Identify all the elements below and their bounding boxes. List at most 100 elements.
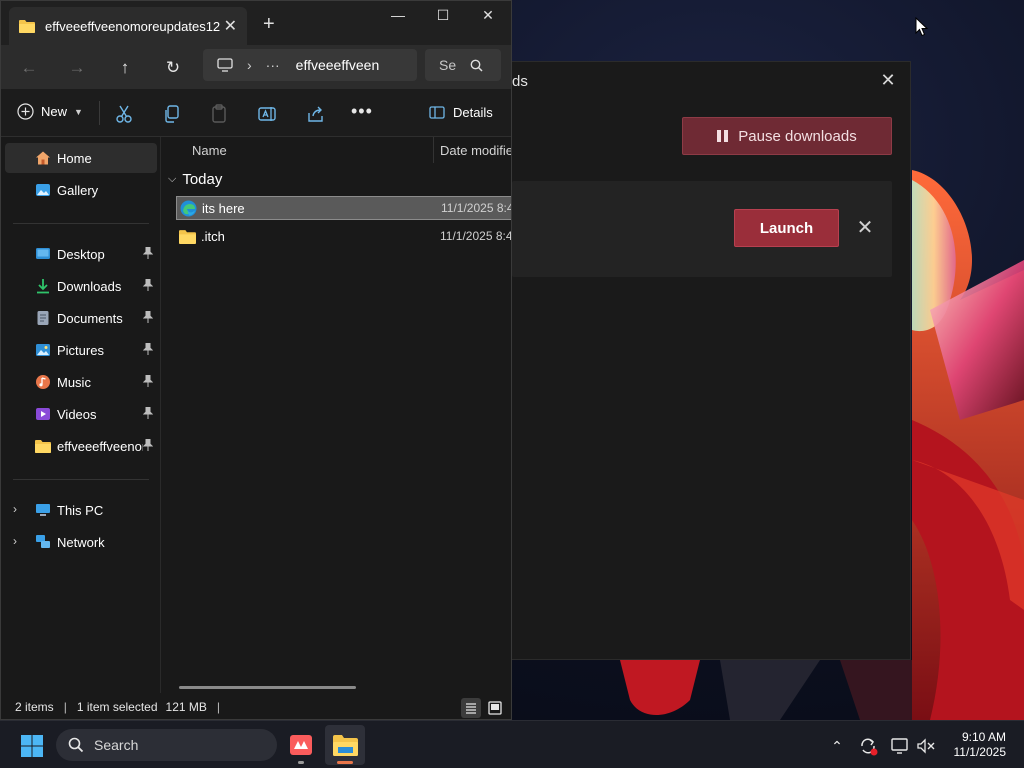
file-row[interactable]: .itch 11/1/2025 8:40	[176, 224, 511, 248]
details-pane-icon	[429, 106, 445, 119]
explorer-tab[interactable]: effveeeffveenomoreupdates12 ✕	[9, 7, 247, 45]
status-bar: 2 items | 1 item selected 121 MB |	[1, 693, 511, 719]
sidebar-item-gallery[interactable]: Gallery	[5, 175, 157, 205]
back-arrow-icon[interactable]: ←	[16, 55, 42, 81]
sidebar-item-music[interactable]: Music	[5, 367, 157, 397]
taskbar-app-file-explorer[interactable]	[325, 725, 365, 765]
videos-icon	[36, 408, 50, 420]
taskbar-app-itch[interactable]	[281, 725, 321, 765]
file-explorer-window: effveeeffveenomoreupdates12 ✕ + — ☐ ✕ ← …	[0, 0, 512, 720]
details-pane-button[interactable]: Details	[429, 105, 493, 120]
navigation-pane: Home Gallery Desktop Downloads Documents…	[1, 137, 161, 693]
itch-close-button[interactable]: ✕	[878, 70, 898, 90]
mouse-cursor-icon	[915, 17, 929, 37]
horizontal-scrollbar[interactable]	[179, 686, 356, 689]
tab-title: effveeeffveenomoreupdates12	[45, 18, 221, 34]
network-icon	[36, 535, 50, 548]
more-options-icon[interactable]: •••	[351, 101, 373, 123]
show-hidden-icons-chevron-icon[interactable]: ⌃	[826, 735, 848, 757]
volume-muted-icon[interactable]	[915, 735, 937, 757]
close-window-button[interactable]: ✕	[473, 7, 503, 27]
rename-icon[interactable]	[257, 103, 279, 125]
sidebar-item-network[interactable]: › Network	[5, 527, 157, 557]
pause-downloads-label: Pause downloads	[738, 127, 857, 145]
cut-icon[interactable]	[113, 103, 135, 125]
address-bar[interactable]: › ··· effveeeffveen	[203, 49, 417, 81]
more-path-icon[interactable]: ···	[266, 57, 280, 73]
sidebar-label-desktop: Desktop	[57, 246, 105, 262]
file-date: 11/1/2025 8:40	[441, 201, 511, 215]
dismiss-download-button[interactable]: ✕	[854, 217, 876, 239]
pin-icon	[143, 311, 153, 323]
maximize-button[interactable]: ☐	[428, 7, 458, 27]
tiles-view-icon[interactable]	[485, 698, 505, 718]
launch-button[interactable]: Launch	[734, 209, 839, 247]
group-header-today[interactable]: ⌵ Today	[168, 171, 222, 188]
close-tab-icon[interactable]: ✕	[224, 16, 237, 36]
column-header-date-modified[interactable]: Date modified	[440, 143, 511, 158]
windows-start-icon[interactable]	[20, 734, 44, 758]
itch-app-window: ds ✕ Pause downloads Launch ✕	[505, 61, 911, 660]
network-status-icon[interactable]	[889, 735, 911, 757]
file-explorer-icon	[333, 735, 358, 756]
sidebar-item-folder[interactable]: effveeeffveenomoreupdates12	[5, 431, 157, 461]
chevron-down-icon: ▼	[74, 106, 83, 117]
folder-icon	[19, 20, 35, 33]
sidebar-divider	[13, 223, 149, 224]
sidebar-label-folder: effveeeffveenomoreupdates12	[57, 438, 143, 454]
pin-icon	[143, 247, 153, 259]
search-input[interactable]: Se	[425, 49, 501, 81]
search-icon	[470, 59, 483, 72]
clock-date: 11/1/2025	[953, 745, 1007, 759]
paste-icon[interactable]	[209, 103, 231, 125]
status-separator: |	[216, 700, 221, 714]
plus-circle-icon	[17, 103, 34, 120]
sidebar-label-videos: Videos	[57, 406, 97, 422]
sync-icon[interactable]	[857, 735, 879, 757]
share-icon[interactable]	[305, 103, 327, 125]
file-row[interactable]: its here 11/1/2025 8:40	[176, 196, 511, 220]
expand-chevron-icon[interactable]: ›	[13, 534, 17, 548]
navigation-bar: ← → ↑ ↻ › ··· effveeeffveen Se	[1, 45, 511, 89]
expand-chevron-icon[interactable]: ›	[13, 502, 17, 516]
taskbar-clock[interactable]: 9:10 AM 11/1/2025	[954, 730, 1007, 760]
sidebar-item-pictures[interactable]: Pictures	[5, 335, 157, 365]
new-button[interactable]: New ▼	[17, 103, 83, 120]
refresh-icon[interactable]: ↻	[160, 55, 186, 81]
chevron-right-icon[interactable]: ›	[247, 57, 252, 73]
sidebar-divider	[13, 479, 149, 480]
pictures-icon	[36, 344, 50, 356]
sidebar-item-documents[interactable]: Documents	[5, 303, 157, 333]
taskbar-search-label: Search	[94, 737, 139, 753]
sidebar-item-home[interactable]: Home	[5, 143, 157, 173]
sidebar-item-this-pc[interactable]: › This PC	[5, 495, 157, 525]
home-icon	[36, 151, 50, 165]
pause-downloads-button[interactable]: Pause downloads	[682, 117, 892, 155]
address-path[interactable]: effveeeffveen	[296, 57, 380, 73]
status-separator: |	[63, 700, 67, 714]
details-view-icon[interactable]	[461, 698, 481, 718]
this-pc-icon	[36, 504, 50, 516]
sidebar-label-this-pc: This PC	[57, 502, 104, 518]
sidebar-label-network: Network	[57, 534, 105, 550]
up-arrow-icon[interactable]: ↑	[112, 55, 138, 81]
folder-icon	[179, 229, 196, 244]
sidebar-item-videos[interactable]: Videos	[5, 399, 157, 429]
sidebar-label-home: Home	[57, 150, 92, 166]
taskbar: Search ⌃ 9:10 AM 11/1/2025	[0, 720, 1024, 768]
file-name: .itch	[201, 228, 225, 244]
taskbar-search-box[interactable]: Search	[56, 729, 277, 761]
forward-arrow-icon[interactable]: →	[64, 55, 90, 81]
new-tab-button[interactable]: +	[263, 14, 275, 34]
minimize-button[interactable]: —	[383, 7, 413, 27]
gallery-icon	[36, 184, 50, 196]
copy-icon[interactable]	[161, 103, 183, 125]
column-divider[interactable]	[433, 137, 434, 163]
sidebar-item-downloads[interactable]: Downloads	[5, 271, 157, 301]
downloads-icon	[37, 279, 49, 294]
column-header-name[interactable]: Name	[192, 143, 227, 158]
itch-window-title: ds	[512, 73, 528, 90]
item-count: 2 items	[15, 700, 54, 714]
folder-icon	[35, 440, 51, 453]
sidebar-item-desktop[interactable]: Desktop	[5, 239, 157, 269]
